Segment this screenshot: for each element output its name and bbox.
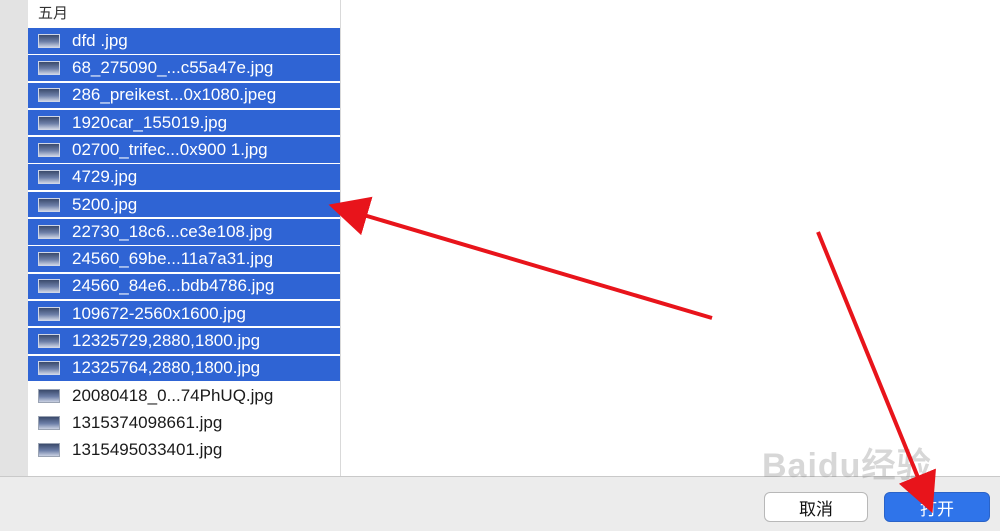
file-name: 109672-2560x1600.jpg — [72, 303, 246, 323]
image-thumbnail-icon — [38, 142, 60, 157]
file-row[interactable]: 4729.jpg — [28, 164, 340, 190]
preview-pane — [341, 0, 1000, 476]
file-name: 12325764,2880,1800.jpg — [72, 358, 261, 378]
file-row[interactable]: 68_275090_...c55a47e.jpg — [28, 55, 340, 81]
file-row[interactable]: 5200.jpg — [28, 191, 340, 218]
file-row[interactable]: 12325729,2880,1800.jpg — [28, 328, 340, 354]
cancel-button[interactable]: 取消 — [764, 492, 868, 522]
date-group-header: 五月 — [38, 5, 69, 22]
image-thumbnail-icon — [38, 61, 60, 76]
file-column[interactable]: 五月 dfd .jpg 68_275090_...c55a47e.jpg 286_p… — [28, 0, 341, 476]
image-thumbnail-icon — [38, 170, 60, 185]
file-name: dfd .jpg — [72, 30, 128, 50]
file-row[interactable]: dfd .jpg — [28, 28, 340, 54]
file-row[interactable]: 24560_69be...11a7a31.jpg — [28, 246, 340, 272]
image-thumbnail-icon — [38, 361, 60, 376]
file-row[interactable]: 1315374098661.jpg — [28, 410, 340, 436]
file-name: 12325729,2880,1800.jpg — [72, 331, 261, 351]
file-name: 24560_69be...11a7a31.jpg — [72, 249, 274, 269]
file-name: 4729.jpg — [72, 167, 138, 187]
file-name: 20080418_0...74PhUQ.jpg — [72, 385, 274, 405]
image-thumbnail-icon — [38, 33, 60, 48]
file-row[interactable]: 22730_18c6...ce3e108.jpg — [28, 219, 340, 245]
image-thumbnail-icon — [38, 443, 60, 458]
file-name: 02700_trifec...0x900 1.jpg — [72, 139, 268, 159]
file-row[interactable]: 109672-2560x1600.jpg — [28, 300, 340, 327]
file-row[interactable]: 1315495033401.jpg — [28, 437, 340, 463]
file-name: 1315495033401.jpg — [72, 440, 223, 460]
file-list[interactable]: dfd .jpg 68_275090_...c55a47e.jpg 286_prei… — [28, 28, 340, 465]
file-row[interactable]: 12325764,2880,1800.jpg — [28, 355, 340, 382]
file-row[interactable]: 286_preikest...0x1080.jpeg — [28, 82, 340, 109]
file-row[interactable]: 02700_trifec...0x900 1.jpg — [28, 137, 340, 163]
image-thumbnail-icon — [38, 224, 60, 239]
image-thumbnail-icon — [38, 334, 60, 349]
file-name: 5200.jpg — [72, 194, 138, 214]
image-thumbnail-icon — [38, 279, 60, 294]
image-thumbnail-icon — [38, 388, 60, 403]
file-name: 1920car_155019.jpg — [72, 112, 228, 132]
image-thumbnail-icon — [38, 115, 60, 130]
image-thumbnail-icon — [38, 306, 60, 321]
left-gutter — [0, 0, 29, 476]
file-name: 24560_84e6...bdb4786.jpg — [72, 276, 275, 296]
open-button[interactable]: 打开 — [884, 492, 990, 522]
file-row[interactable]: 20080418_0...74PhUQ.jpg — [28, 383, 340, 409]
file-name: 22730_18c6...ce3e108.jpg — [72, 221, 273, 241]
file-row[interactable]: 24560_84e6...bdb4786.jpg — [28, 273, 340, 300]
file-name: 1315374098661.jpg — [72, 412, 223, 432]
file-name: 286_preikest...0x1080.jpeg — [72, 85, 277, 105]
image-thumbnail-icon — [38, 415, 60, 430]
file-row[interactable]: 1920car_155019.jpg — [28, 109, 340, 136]
image-thumbnail-icon — [38, 252, 60, 267]
image-thumbnail-icon — [38, 88, 60, 103]
file-name: 68_275090_...c55a47e.jpg — [72, 58, 274, 78]
image-thumbnail-icon — [38, 197, 60, 212]
